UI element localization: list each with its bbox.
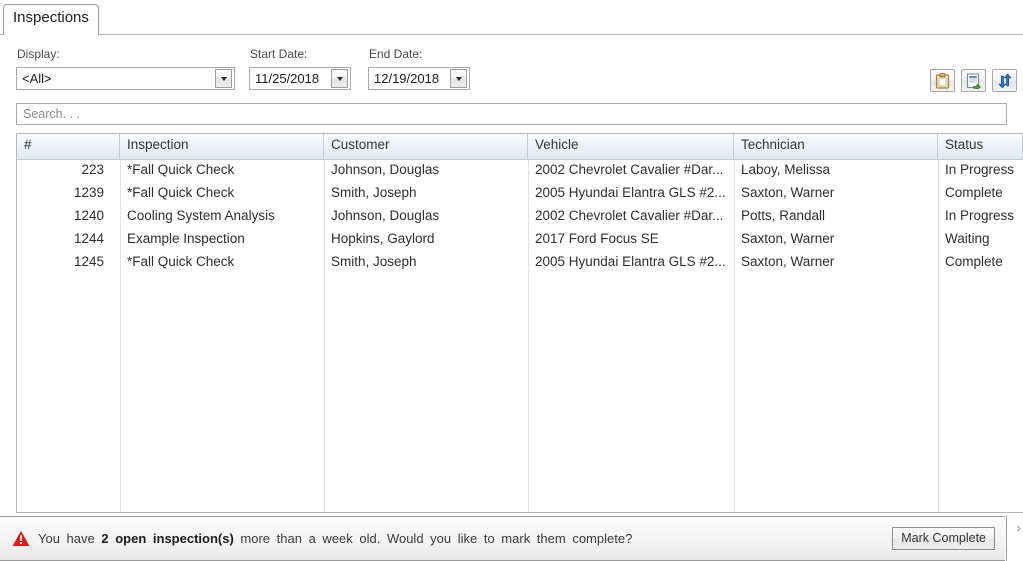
start-date-picker[interactable]: 11/25/2018	[249, 67, 351, 90]
table-row[interactable]: 1245 *Fall Quick Check Smith, Joseph 2005 H…	[17, 252, 1023, 275]
chevron-down-icon[interactable]	[215, 69, 232, 88]
search-box[interactable]	[16, 103, 1007, 125]
cell-vehicle: 2017 Ford Focus SE	[535, 231, 659, 246]
end-date-label: End Date:	[369, 47, 423, 61]
cell-customer: Johnson, Douglas	[331, 208, 440, 223]
cell-vehicle: 2005 Hyundai Elantra GLS #2...	[535, 185, 726, 200]
cell-number: 223	[81, 162, 104, 177]
clipboard-button[interactable]	[930, 69, 955, 92]
tab-inspections[interactable]: Inspections	[3, 4, 99, 35]
cell-inspection: *Fall Quick Check	[127, 254, 235, 269]
cell-number: 1244	[73, 231, 104, 246]
clipboard-icon	[935, 72, 950, 89]
chevron-down-icon[interactable]	[331, 69, 348, 88]
grid-header-inspection[interactable]: Inspection	[120, 134, 324, 159]
cell-technician: Saxton, Warner	[741, 185, 835, 200]
cell-technician: Saxton, Warner	[741, 231, 835, 246]
column-divider	[938, 160, 939, 512]
refresh-sync-icon	[998, 73, 1011, 88]
notification-text-1: You have	[38, 531, 95, 546]
cell-number: 1239	[73, 185, 104, 200]
grid-body: 223 *Fall Quick Check Johnson, Douglas 2002…	[17, 160, 1023, 512]
table-row[interactable]: 1239 *Fall Quick Check Smith, Joseph 2005 H…	[17, 183, 1023, 206]
notification-bold-text: open inspection(s)	[115, 531, 234, 546]
grid-header-customer[interactable]: Customer	[324, 134, 528, 159]
tab-strip: Inspections	[0, 0, 1023, 35]
cell-status: In Progress	[945, 208, 1015, 223]
notification-text-2: more than a week old. Would you like to …	[240, 531, 633, 546]
chevron-right-icon[interactable]: ›	[1017, 520, 1021, 535]
cell-status: Complete	[945, 185, 1003, 200]
cell-vehicle: 2002 Chevrolet Cavalier #Dar...	[535, 208, 724, 223]
start-date-value: 11/25/2018	[255, 71, 320, 86]
cell-vehicle: 2005 Hyundai Elantra GLS #2...	[535, 254, 726, 269]
notification-count: 2	[101, 531, 109, 546]
table-row[interactable]: 223 *Fall Quick Check Johnson, Douglas 2002…	[17, 160, 1023, 183]
cell-customer: Hopkins, Gaylord	[331, 231, 435, 246]
display-value: <All>	[22, 71, 52, 86]
grid-header-row: # Inspection Customer Vehicle Technician Stat…	[17, 134, 1023, 160]
column-divider	[734, 160, 735, 512]
export-document-icon	[966, 72, 981, 89]
cell-customer: Smith, Joseph	[331, 185, 417, 200]
table-row[interactable]: 1240 Cooling System Analysis Johnson, Doug…	[17, 206, 1023, 229]
display-dropdown[interactable]: <All>	[16, 67, 235, 90]
cell-inspection: *Fall Quick Check	[127, 162, 235, 177]
table-row[interactable]: 1244 Example Inspection Hopkins, Gaylord 2…	[17, 229, 1023, 252]
cell-number: 1240	[73, 208, 104, 223]
end-date-picker[interactable]: 12/19/2018	[368, 67, 470, 90]
notification-bar: You have 2 open inspection(s) more than …	[0, 516, 1005, 561]
cell-inspection: Example Inspection	[127, 231, 245, 246]
column-divider	[528, 160, 529, 512]
column-divider	[324, 160, 325, 512]
filter-bar: Display: <All> Start Date: 11/25/2018 En…	[0, 35, 1023, 99]
chevron-down-icon[interactable]	[450, 69, 467, 88]
cell-technician: Laboy, Melissa	[741, 162, 831, 177]
cell-technician: Potts, Randall	[741, 208, 826, 223]
cell-status: In Progress	[945, 162, 1015, 177]
notification-message: You have 2 open inspection(s) more than …	[38, 531, 892, 546]
grid-header-technician[interactable]: Technician	[734, 134, 938, 159]
grid-header-status[interactable]: Status	[938, 134, 1023, 159]
cell-technician: Saxton, Warner	[741, 254, 835, 269]
export-button[interactable]	[961, 69, 986, 92]
notification-edge-divider	[1006, 516, 1007, 561]
cell-inspection: Cooling System Analysis	[127, 208, 275, 223]
cell-inspection: *Fall Quick Check	[127, 185, 235, 200]
refresh-button[interactable]	[992, 69, 1017, 92]
grid-header-number[interactable]: #	[17, 134, 120, 159]
cell-status: Waiting	[945, 231, 990, 246]
column-divider	[120, 160, 121, 512]
cell-number: 1245	[73, 254, 104, 269]
mark-complete-button[interactable]: Mark Complete	[892, 527, 995, 550]
inspections-grid: # Inspection Customer Vehicle Technician Stat…	[16, 133, 1023, 513]
cell-vehicle: 2002 Chevrolet Cavalier #Dar...	[535, 162, 724, 177]
end-date-value: 12/19/2018	[374, 71, 440, 86]
start-date-label: Start Date:	[250, 47, 308, 61]
display-label: Display:	[17, 47, 60, 61]
cell-status: Complete	[945, 254, 1003, 269]
warning-triangle-icon	[12, 530, 30, 546]
grid-header-vehicle[interactable]: Vehicle	[528, 134, 734, 159]
cell-customer: Johnson, Douglas	[331, 162, 440, 177]
search-input[interactable]	[17, 107, 1006, 121]
cell-customer: Smith, Joseph	[331, 254, 417, 269]
